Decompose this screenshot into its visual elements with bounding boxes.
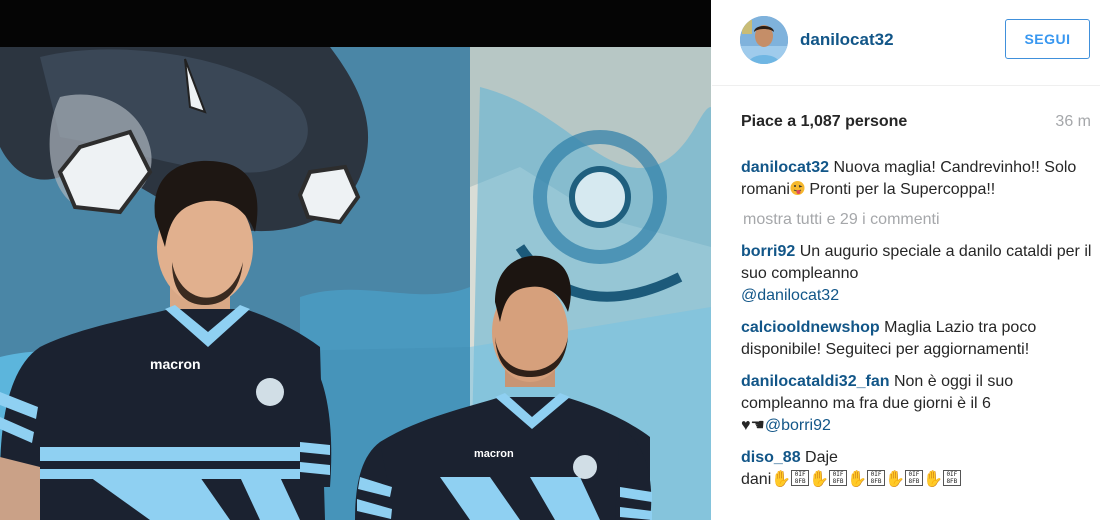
comment-text: Daje — [805, 449, 838, 466]
caption-username[interactable]: danilocat32 — [741, 159, 829, 176]
caption-text-after: Pronti per la Supercoppa!! — [809, 181, 996, 198]
missing-glyph-icon: 0IF 8FB — [904, 470, 923, 486]
comment-item: calciooldnewshop Maglia Lazio tra poco d… — [741, 317, 1093, 361]
likes-row: Piace a 1,087 persone 36 m — [741, 113, 1091, 131]
comment-mention[interactable]: @danilocat32 — [741, 287, 839, 304]
photo-image: macron macron — [0, 47, 711, 520]
post-timestamp[interactable]: 36 m — [1055, 113, 1091, 131]
hand-icon: ✋ — [847, 471, 868, 488]
comment-mention[interactable]: @borri92 — [765, 417, 831, 434]
view-all-comments-link[interactable]: mostra tutti e 29 i commenti — [743, 211, 1093, 229]
likes-count[interactable]: Piace a 1,087 persone — [741, 113, 907, 130]
follow-button[interactable]: SEGUI — [1005, 19, 1090, 59]
post-photo[interactable]: macron macron — [0, 0, 711, 520]
caption: danilocat32 Nuova maglia! Candrevinho!! … — [741, 157, 1093, 201]
missing-glyph-icon: 0IF 8FB — [829, 470, 848, 486]
heart-icon: ♥ — [741, 417, 751, 434]
comment-username[interactable]: borri92 — [741, 243, 795, 260]
comment-item: diso_88 Daje dani✋ 0IF 8FB ✋ 0IF 8FB ✋ 0IF 8F… — [741, 447, 1093, 491]
shirt-brand-right: macron — [474, 448, 514, 460]
missing-glyph-icon: 0IF 8FB — [791, 470, 810, 486]
comment-item: danilocataldi32_fan Non è oggi il suo co… — [741, 371, 1093, 437]
comment-username[interactable]: diso_88 — [741, 449, 801, 466]
comment-username[interactable]: danilocataldi32_fan — [741, 373, 890, 390]
hand-icon: ✋ — [922, 471, 943, 488]
avatar-image — [740, 16, 788, 64]
missing-glyph-icon: 0IF 8FB — [942, 470, 961, 486]
comment-username[interactable]: calciooldnewshop — [741, 319, 880, 336]
comment-text-line2: dani — [741, 471, 772, 488]
comment-item: borri92 Un augurio speciale a danilo cat… — [741, 241, 1093, 307]
post-details-panel: danilocat32 SEGUI Piace a 1,087 persone … — [712, 0, 1100, 520]
hand-icon: ✋ — [885, 471, 905, 488]
post-header: danilocat32 SEGUI — [712, 0, 1100, 86]
header-username[interactable]: danilocat32 — [800, 30, 894, 50]
comments-list: danilocat32 Nuova maglia! Candrevinho!! … — [741, 157, 1093, 501]
hand-icon: ✋ — [809, 471, 830, 488]
point-down-hand-icon: ☚ — [750, 417, 765, 434]
hand-icon: ✋ — [771, 471, 792, 488]
missing-glyph-icon: 0IF 8FB — [867, 470, 886, 486]
face-with-tongue-emoji-icon — [790, 180, 805, 196]
avatar[interactable] — [740, 16, 788, 64]
photo-top-bar — [0, 0, 711, 47]
shirt-brand-left: macron — [150, 356, 201, 372]
